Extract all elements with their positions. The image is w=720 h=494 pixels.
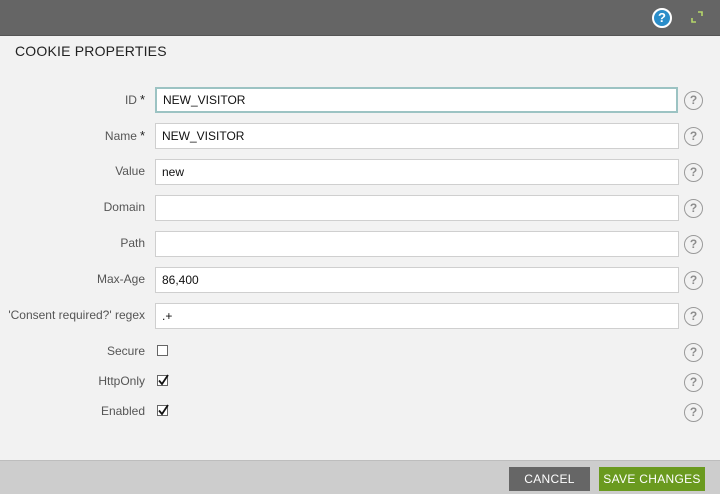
form-row-value: Value ? xyxy=(0,159,720,185)
field-label-max-age: Max-Age xyxy=(96,272,145,286)
help-icon-value[interactable]: ? xyxy=(684,163,703,182)
help-icon-domain[interactable]: ? xyxy=(684,199,703,218)
checkmark-icon xyxy=(158,404,169,416)
help-icon-name[interactable]: ? xyxy=(684,127,703,146)
help-icon-secure[interactable]: ? xyxy=(684,343,703,362)
footer-bar: CANCEL SAVE CHANGES xyxy=(0,460,720,494)
help-icon-id[interactable]: ? xyxy=(684,91,703,110)
secure-checkbox[interactable] xyxy=(157,345,168,356)
form-row-secure: Secure ? xyxy=(0,339,720,365)
field-label-httponly: HttpOnly xyxy=(98,374,145,388)
help-icon-max-age[interactable]: ? xyxy=(684,271,703,290)
form-row-name: Name* ? xyxy=(0,123,720,149)
name-input[interactable] xyxy=(155,123,679,149)
expand-icon[interactable] xyxy=(690,10,704,24)
field-label-enabled: Enabled xyxy=(100,404,145,418)
max-age-input[interactable] xyxy=(155,267,679,293)
httponly-checkbox[interactable] xyxy=(157,374,169,386)
required-marker: * xyxy=(139,128,145,143)
cancel-button[interactable]: CANCEL xyxy=(509,467,590,491)
field-label-secure: Secure xyxy=(106,344,145,358)
form-row-max-age: Max-Age ? xyxy=(0,267,720,293)
path-input[interactable] xyxy=(155,231,679,257)
help-icon[interactable]: ? xyxy=(652,8,672,28)
help-icon-path[interactable]: ? xyxy=(684,235,703,254)
dialog-title: COOKIE PROPERTIES xyxy=(15,43,167,59)
value-input[interactable] xyxy=(155,159,679,185)
field-label-name: Name * xyxy=(104,128,145,143)
checkmark-icon xyxy=(158,374,169,386)
field-label-value: Value xyxy=(115,164,145,178)
id-input[interactable] xyxy=(155,87,678,113)
form-row-domain: Domain ? xyxy=(0,195,720,221)
enabled-checkbox[interactable] xyxy=(157,404,169,416)
save-changes-button[interactable]: SAVE CHANGES xyxy=(599,467,705,491)
form-row-id: ID* ? xyxy=(0,87,720,113)
required-marker: * xyxy=(139,92,145,107)
help-icon-enabled[interactable]: ? xyxy=(684,403,703,422)
form-row-consent-regex: 'Consent required?' regex ? xyxy=(0,303,720,329)
top-bar: ? xyxy=(0,0,720,36)
field-label-domain: Domain xyxy=(103,200,145,214)
form-row-path: Path ? xyxy=(0,231,720,257)
field-label-consent-regex: 'Consent required?' regex xyxy=(8,308,145,322)
domain-input[interactable] xyxy=(155,195,679,221)
form-row-enabled: Enabled ? xyxy=(0,399,720,425)
help-icon-httponly[interactable]: ? xyxy=(684,373,703,392)
field-label-id: ID * xyxy=(124,92,145,107)
field-label-path: Path xyxy=(120,236,145,250)
help-icon-consent-regex[interactable]: ? xyxy=(684,307,703,326)
form-row-httponly: HttpOnly ? xyxy=(0,369,720,395)
consent-regex-input[interactable] xyxy=(155,303,679,329)
